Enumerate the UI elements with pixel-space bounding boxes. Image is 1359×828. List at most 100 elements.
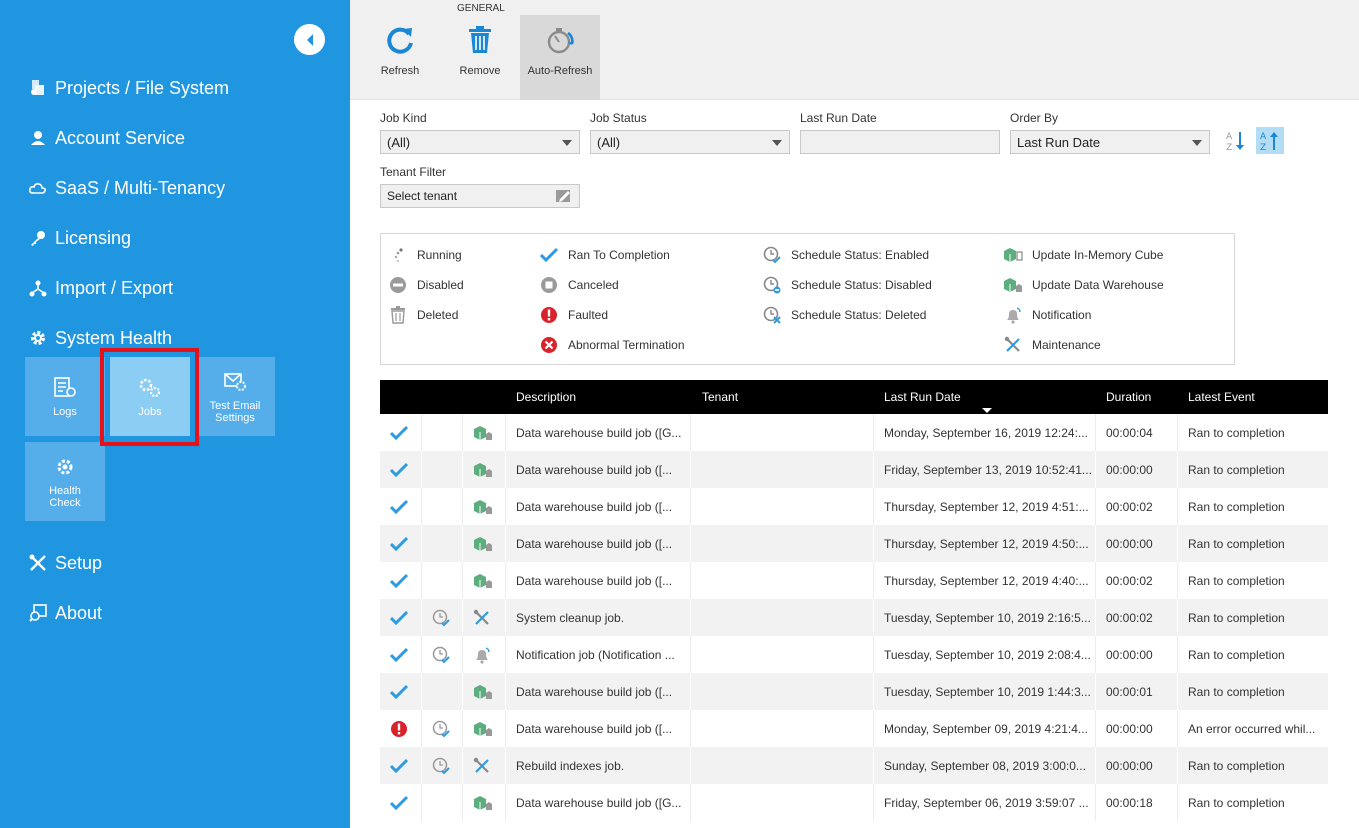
column-separator <box>421 451 422 488</box>
table-row[interactable]: Data warehouse build job ([G... Friday, S… <box>380 784 1328 821</box>
sort-ascending-button[interactable]: A Z <box>1222 127 1250 154</box>
sidebar: Projects / File System Account Service S… <box>0 0 350 828</box>
table-row[interactable]: Data warehouse build job ([... Friday, Se… <box>380 451 1328 488</box>
latest-event-cell: Ran to completion <box>1188 425 1285 440</box>
schedule-cell <box>432 451 456 488</box>
nav-setup[interactable]: Setup <box>28 550 102 576</box>
job-kind-select[interactable]: (All) <box>380 130 580 154</box>
order-by-select[interactable]: Last Run Date <box>1010 130 1210 154</box>
schedule-cell <box>432 414 456 451</box>
latest-event-cell: Ran to completion <box>1188 536 1285 551</box>
refresh-icon <box>384 23 416 57</box>
toolbar: GENERAL Refresh Remove Auto-Refresh <box>350 0 1359 100</box>
tenant-filter-label: Tenant Filter <box>380 165 447 179</box>
column-header-tenant[interactable]: Tenant <box>702 390 738 404</box>
schedule-cell <box>432 488 456 525</box>
last-run-date-input[interactable] <box>800 130 1000 154</box>
auto-refresh-button[interactable]: Auto-Refresh <box>520 15 600 100</box>
column-header-last-run-date[interactable]: Last Run Date <box>884 390 961 404</box>
column-separator <box>1095 599 1096 636</box>
column-separator <box>690 414 691 451</box>
checkmark-icon <box>390 673 414 710</box>
refresh-button[interactable]: Refresh <box>360 15 440 100</box>
svg-text:Z: Z <box>1260 143 1266 153</box>
table-row[interactable]: System cleanup job. Tuesday, September 10… <box>380 599 1328 636</box>
tile-logs[interactable]: Logs <box>25 357 105 436</box>
nav-label: About <box>55 602 103 623</box>
sort-descending-button[interactable]: A Z <box>1256 127 1284 154</box>
legend-label: Disabled <box>417 278 464 292</box>
table-row[interactable]: Rebuild indexes job. Sunday, September 08… <box>380 747 1328 784</box>
schedule-cell <box>432 562 456 599</box>
column-separator <box>690 636 691 673</box>
table-row[interactable]: Data warehouse build job ([... Thursday, … <box>380 562 1328 599</box>
duration-cell: 00:00:02 <box>1106 499 1153 514</box>
logs-icon <box>52 376 78 400</box>
duration-cell: 00:00:02 <box>1106 573 1153 588</box>
data-warehouse-icon <box>473 562 497 599</box>
data-warehouse-icon <box>1003 276 1023 294</box>
tile-test-email-settings[interactable]: Test Email Settings <box>195 357 275 436</box>
column-separator <box>873 599 874 636</box>
collapse-sidebar-button[interactable] <box>294 24 325 55</box>
checkmark-icon <box>539 246 559 264</box>
latest-event-cell: Ran to completion <box>1188 647 1285 662</box>
schedule-cell <box>432 525 456 562</box>
duration-cell: 00:00:04 <box>1106 425 1153 440</box>
tile-jobs[interactable]: Jobs <box>110 357 190 436</box>
edit-icon <box>556 190 570 202</box>
table-row[interactable]: Data warehouse build job ([... Tuesday, S… <box>380 673 1328 710</box>
cube-icon <box>1003 246 1023 264</box>
column-separator <box>505 710 506 747</box>
column-separator <box>1095 636 1096 673</box>
legend-label: Running <box>417 248 462 262</box>
duration-cell: 00:00:00 <box>1106 721 1153 736</box>
table-row[interactable]: Data warehouse build job ([... Thursday, … <box>380 525 1328 562</box>
legend-panel: Running Disabled Deleted Ran To Completi… <box>380 233 1235 365</box>
schedule-enabled-icon <box>762 246 782 264</box>
table-row[interactable]: Notification job (Notification ... Tuesda… <box>380 636 1328 673</box>
nav-saas-multi-tenancy[interactable]: SaaS / Multi-Tenancy <box>28 175 225 201</box>
remove-button[interactable]: Remove <box>440 15 520 100</box>
nav-licensing[interactable]: Licensing <box>28 225 131 251</box>
nav-system-health[interactable]: System Health <box>28 325 172 351</box>
last-run-date-cell: Tuesday, September 10, 2019 1:44:3... <box>884 684 1091 699</box>
column-separator <box>873 673 874 710</box>
column-separator <box>421 784 422 821</box>
column-header-description[interactable]: Description <box>516 390 576 404</box>
nav-account-service[interactable]: Account Service <box>28 125 185 151</box>
tenant-cell <box>702 451 862 488</box>
last-run-date-cell: Thursday, September 12, 2019 4:50:... <box>884 536 1089 551</box>
legend-label: Schedule Status: Enabled <box>791 248 930 262</box>
legend-label: Ran To Completion <box>568 248 670 262</box>
cloud-icon <box>28 178 48 198</box>
column-separator <box>421 562 422 599</box>
column-separator <box>505 636 506 673</box>
legend-maintenance: Maintenance <box>1003 335 1101 355</box>
column-separator <box>690 562 691 599</box>
about-icon <box>28 603 48 623</box>
column-header-latest-event[interactable]: Latest Event <box>1188 390 1255 404</box>
tile-health-check[interactable]: Health Check <box>25 442 105 521</box>
legend-label: Maintenance <box>1032 338 1101 352</box>
table-row[interactable]: Data warehouse build job ([... Thursday, … <box>380 488 1328 525</box>
disabled-icon <box>388 276 408 294</box>
tile-label: Logs <box>53 405 77 418</box>
nav-import-export[interactable]: Import / Export <box>28 275 173 301</box>
nav-projects-file-system[interactable]: Projects / File System <box>28 75 229 101</box>
schedule-enabled-icon <box>432 710 456 747</box>
schedule-enabled-icon <box>432 747 456 784</box>
column-separator <box>1177 599 1178 636</box>
tenant-filter-input[interactable]: Select tenant <box>380 184 580 208</box>
legend-update-dw: Update Data Warehouse <box>1003 275 1164 295</box>
column-header-duration[interactable]: Duration <box>1106 390 1151 404</box>
table-row[interactable]: Data warehouse build job ([... Monday, Se… <box>380 710 1328 747</box>
last-run-date-cell: Monday, September 16, 2019 12:24:... <box>884 425 1088 440</box>
job-kind-value: (All) <box>387 135 411 150</box>
nav-label: SaaS / Multi-Tenancy <box>55 177 226 198</box>
column-separator <box>505 747 506 784</box>
table-row[interactable]: Data warehouse build job ([G... Monday, S… <box>380 414 1328 451</box>
legend-schedule-disabled: Schedule Status: Disabled <box>762 275 932 295</box>
job-status-select[interactable]: (All) <box>590 130 790 154</box>
nav-about[interactable]: About <box>28 600 102 626</box>
